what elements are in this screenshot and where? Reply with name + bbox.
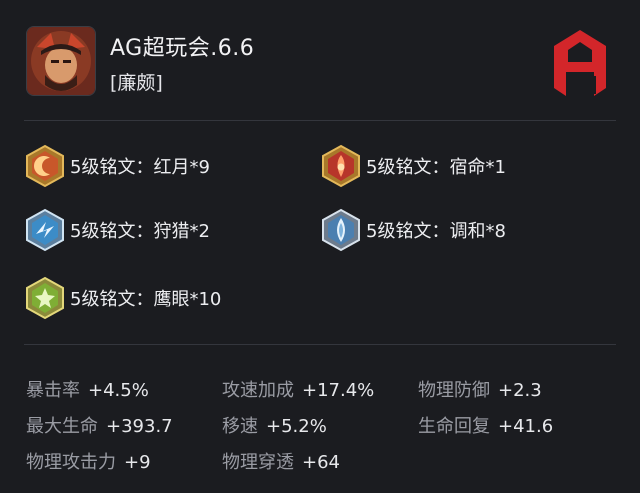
stat-crit-rate: 暴击率 +4.5% — [26, 376, 149, 402]
red-moon-rune-icon — [24, 144, 66, 188]
rune-label: 5级铭文：狩猎*2 — [70, 221, 210, 242]
stat-value: +17.4% — [302, 380, 375, 401]
rune-label: 5级铭文：红月*9 — [70, 157, 210, 178]
rune-label: 5级铭文：宿命*1 — [366, 157, 506, 178]
divider-bottom — [24, 344, 616, 345]
stat-move-speed: 移速 +5.2% — [222, 412, 327, 438]
stat-name: 生命回复 — [418, 416, 490, 437]
stat-physical-pierce: 物理穿透 +64 — [222, 448, 340, 474]
stat-value: +5.2% — [266, 416, 327, 437]
stat-name: 物理攻击力 — [26, 452, 116, 473]
harmony-rune-icon — [320, 208, 362, 252]
hero-portrait-icon[interactable] — [26, 26, 96, 96]
page-title: AG超玩会.6.6 — [110, 36, 255, 61]
rune-item-hunt[interactable]: 5级铭文：狩猎*2 — [24, 208, 210, 252]
destiny-rune-icon — [320, 144, 362, 188]
rune-item-destiny[interactable]: 5级铭文：宿命*1 — [320, 144, 506, 188]
stat-name: 暴击率 — [26, 380, 80, 401]
stat-name: 移速 — [222, 416, 258, 437]
stat-physical-defense: 物理防御 +2.3 — [418, 376, 542, 402]
stat-value: +4.5% — [88, 380, 149, 401]
stat-value: +64 — [302, 452, 340, 473]
stat-name: 攻速加成 — [222, 380, 294, 401]
stat-max-hp: 最大生命 +393.7 — [26, 412, 173, 438]
stat-hp-regen: 生命回复 +41.6 — [418, 412, 553, 438]
stat-name: 最大生命 — [26, 416, 98, 437]
divider-top — [24, 120, 616, 121]
stat-value: +41.6 — [498, 416, 554, 437]
stat-value: +393.7 — [106, 416, 173, 437]
hunt-rune-icon — [24, 208, 66, 252]
rune-item-hawk-eye[interactable]: 5级铭文：鹰眼*10 — [24, 276, 221, 320]
header: AG超玩会.6.6 [廉颇] — [0, 0, 640, 120]
stat-name: 物理穿透 — [222, 452, 294, 473]
stat-attack-speed: 攻速加成 +17.4% — [222, 376, 374, 402]
rune-item-harmony[interactable]: 5级铭文：调和*8 — [320, 208, 506, 252]
rune-item-red-moon[interactable]: 5级铭文：红月*9 — [24, 144, 210, 188]
stat-value: +9 — [124, 452, 151, 473]
stat-value: +2.3 — [498, 380, 542, 401]
hawk-eye-rune-icon — [24, 276, 66, 320]
rune-label: 5级铭文：鹰眼*10 — [70, 289, 222, 310]
stat-name: 物理防御 — [418, 380, 490, 401]
hero-name: [廉颇] — [110, 72, 163, 94]
ag-logo-icon — [550, 28, 610, 98]
rune-page-card: AG超玩会.6.6 [廉颇] 5级铭文：红月*9 5级铭文：宿命*1 5级铭文：… — [0, 0, 640, 493]
stat-physical-attack: 物理攻击力 +9 — [26, 448, 151, 474]
rune-label: 5级铭文：调和*8 — [366, 221, 506, 242]
